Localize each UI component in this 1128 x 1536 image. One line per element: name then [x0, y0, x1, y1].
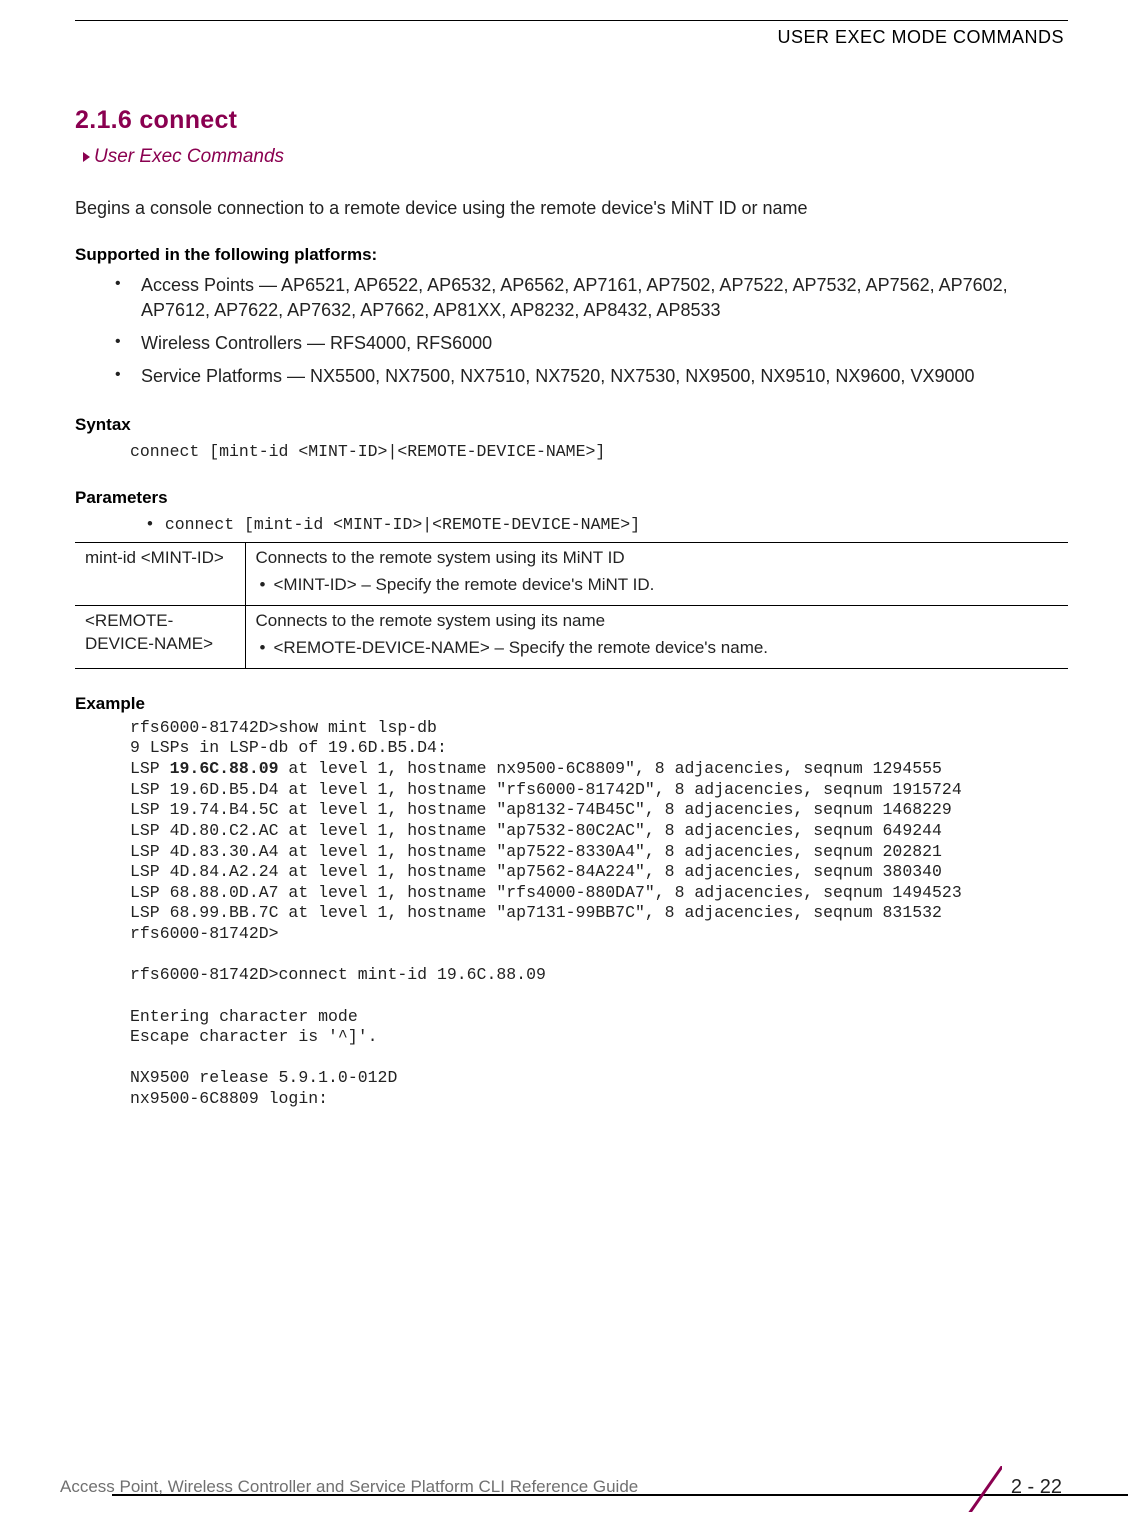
breadcrumb: User Exec Commands	[75, 144, 1068, 170]
list-item: Wireless Controllers — RFS4000, RFS6000	[115, 331, 1068, 356]
param-bullet: <MINT-ID> – Specify the remote device's …	[256, 574, 1059, 597]
list-item: Access Points — AP6521, AP6522, AP6532, …	[115, 273, 1068, 323]
param-desc: Connects to the remote system using its …	[245, 543, 1068, 606]
example-code: rfs6000-81742D>show mint lsp-db9 LSPs in…	[75, 718, 1068, 1110]
table-row: <REMOTE-DEVICE-NAME> Connects to the rem…	[75, 605, 1068, 668]
parameters-table: mint-id <MINT-ID> Connects to the remote…	[75, 542, 1068, 669]
param-name: mint-id <MINT-ID>	[75, 543, 245, 606]
footer: Access Point, Wireless Controller and Se…	[0, 1466, 1128, 1506]
syntax-heading: Syntax	[75, 414, 1068, 437]
section-title: 2.1.6 connect	[75, 104, 1068, 138]
example-heading: Example	[75, 693, 1068, 716]
param-desc-text: Connects to the remote system using its …	[256, 610, 1059, 633]
param-desc: Connects to the remote system using its …	[245, 605, 1068, 668]
platforms-list: Access Points — AP6521, AP6522, AP6532, …	[75, 273, 1068, 390]
intro-text: Begins a console connection to a remote …	[75, 196, 1068, 220]
list-item: Service Platforms — NX5500, NX7500, NX75…	[115, 364, 1068, 389]
breadcrumb-link[interactable]: User Exec Commands	[94, 144, 284, 170]
parameters-code: connect [mint-id <MINT-ID>|<REMOTE-DEVIC…	[75, 514, 1068, 536]
param-name: <REMOTE-DEVICE-NAME>	[75, 605, 245, 668]
page-number: 2 - 22	[1011, 1474, 1062, 1501]
footer-text: Access Point, Wireless Controller and Se…	[60, 1476, 638, 1499]
platforms-heading: Supported in the following platforms:	[75, 244, 1068, 267]
syntax-code: connect [mint-id <MINT-ID>|<REMOTE-DEVIC…	[75, 441, 1068, 463]
table-row: mint-id <MINT-ID> Connects to the remote…	[75, 543, 1068, 606]
parameters-heading: Parameters	[75, 487, 1068, 510]
param-bullet: <REMOTE-DEVICE-NAME> – Specify the remot…	[256, 637, 1059, 660]
header-category: USER EXEC MODE COMMANDS	[75, 21, 1068, 49]
arrow-right-icon	[83, 152, 90, 162]
brand-slash-icon	[956, 1466, 1002, 1512]
param-desc-text: Connects to the remote system using its …	[256, 547, 1059, 570]
